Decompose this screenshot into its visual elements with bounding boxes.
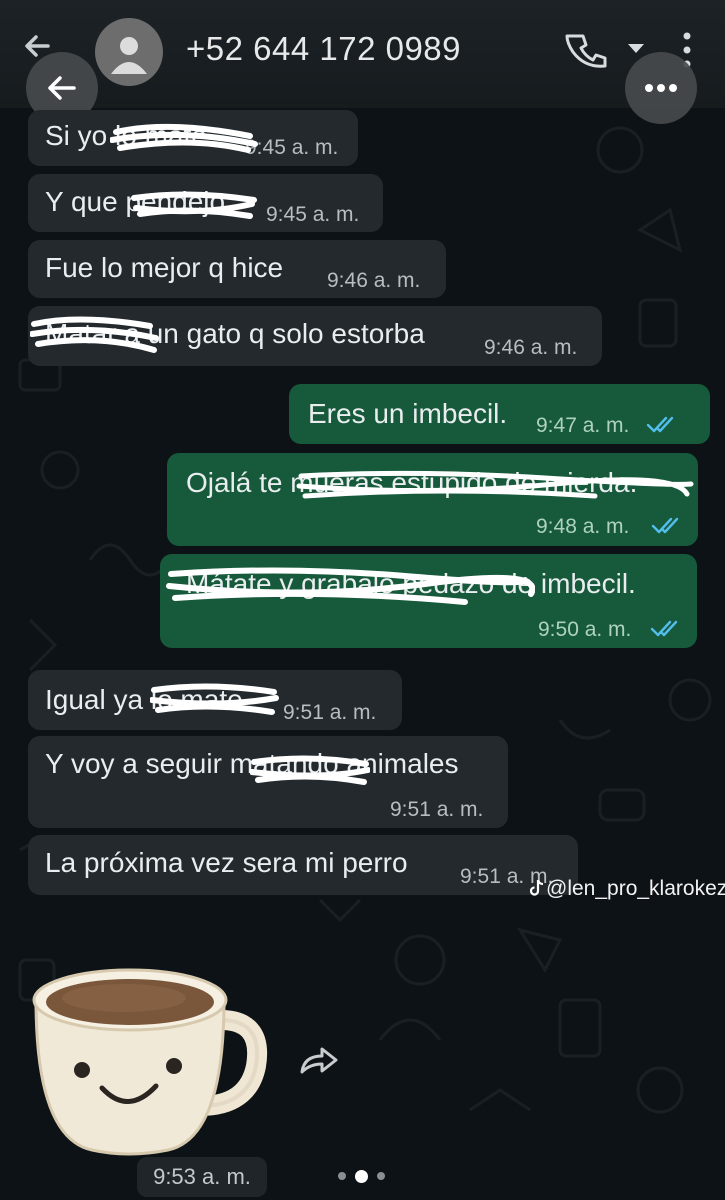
incoming-message[interactable]: Si yo lo mate 9:45 a. m. xyxy=(28,110,358,166)
read-ticks-icon xyxy=(651,517,679,534)
incoming-message[interactable]: La próxima vez sera mi perro 9:51 a. m. xyxy=(28,835,578,895)
more-horizontal-icon xyxy=(645,84,677,92)
message-text: La próxima vez sera mi perro xyxy=(45,847,408,878)
pager-dot[interactable] xyxy=(377,1172,385,1180)
contact-name[interactable]: +52 644 172 0989 xyxy=(186,30,461,68)
incoming-message[interactable]: Y que pendejo 9:45 a. m. xyxy=(28,174,383,232)
incoming-message[interactable]: Fue lo mejor q hice 9:46 a. m. xyxy=(28,240,446,298)
message-text: Eres un imbecil. xyxy=(308,398,508,429)
read-ticks-icon xyxy=(646,416,674,433)
message-text: Y voy a seguir matando animales xyxy=(45,748,459,779)
tiktok-icon xyxy=(530,879,544,896)
viewer-more-button[interactable] xyxy=(625,52,697,124)
message-text: Si yo lo mate xyxy=(45,120,207,151)
message-time: 9:47 a. m. xyxy=(536,414,630,437)
message-text: Igual ya lo mate xyxy=(45,684,243,715)
carousel-pager xyxy=(336,1168,396,1184)
outgoing-message[interactable]: Ojalá te mueras estúpido de mierda. 9:48… xyxy=(167,453,698,546)
incoming-message[interactable]: Y voy a seguir matando animales 9:51 a. … xyxy=(28,736,508,828)
coffee-cup-sticker[interactable] xyxy=(28,960,272,1160)
pager-dot[interactable] xyxy=(338,1172,346,1180)
incoming-message[interactable]: Igual ya lo mate 9:51 a. m. xyxy=(28,670,402,730)
message-time: 9:51 a. m. xyxy=(283,701,377,724)
avatar[interactable] xyxy=(95,18,163,86)
pager-dot-active[interactable] xyxy=(355,1170,368,1183)
message-text: Ojalá te mueras estúpido de mierda. xyxy=(186,467,638,498)
message-text: Mátate y grabalo pedazo de imbecil. xyxy=(186,568,636,599)
chat-header: +52 644 172 0989 xyxy=(0,0,725,108)
sticker-time: 9:53 a. m. xyxy=(137,1157,267,1197)
chat-screen: +52 644 172 0989 Si yo lo mate 9:45 a. m… xyxy=(0,0,725,1200)
message-text: Fue lo mejor q hice xyxy=(45,252,284,283)
outgoing-message[interactable]: Eres un imbecil. 9:47 a. m. xyxy=(289,384,710,444)
incoming-message[interactable]: Matar a un gato q solo estorba 9:46 a. m… xyxy=(28,306,602,366)
phone-icon[interactable] xyxy=(565,28,609,72)
read-ticks-icon xyxy=(650,620,678,637)
outgoing-message[interactable]: Mátate y grabalo pedazo de imbecil. 9:50… xyxy=(160,554,697,648)
message-time: 9:46 a. m. xyxy=(327,269,421,292)
message-time: 9:46 a. m. xyxy=(484,336,578,359)
message-text: Y que pendejo xyxy=(45,186,226,217)
message-time: 9:51 a. m. xyxy=(390,798,484,821)
message-time: 9:45 a. m. xyxy=(245,136,339,159)
tiktok-watermark: @len_pro_klarokezi xyxy=(530,877,725,901)
message-time: 9:48 a. m. xyxy=(536,515,630,538)
message-text: Matar a un gato q solo estorba xyxy=(45,318,425,349)
forward-icon[interactable] xyxy=(296,1036,344,1084)
message-time: 9:45 a. m. xyxy=(266,203,360,226)
message-time: 9:50 a. m. xyxy=(538,618,632,641)
avatar-icon xyxy=(111,37,147,74)
watermark-text: @len_pro_klarokezi xyxy=(546,877,725,900)
